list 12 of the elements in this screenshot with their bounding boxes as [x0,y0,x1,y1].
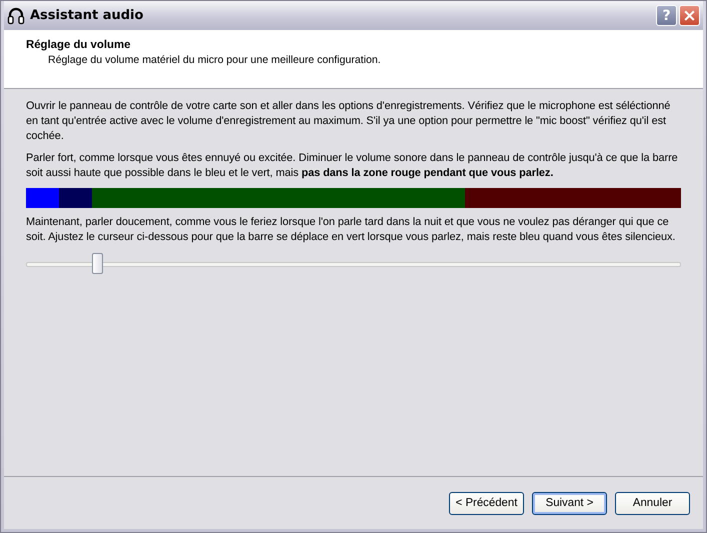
page-subtitle: Réglage du volume matériel du micro pour une meilleure configuration. [47,54,382,66]
page-title: Réglage du volume [26,39,132,51]
instruction-text: Maintenant, parler doucement, comme vous le feriez lorsque l'on parle tard dans la nuit et que vous ne voulez pas déranger qui que ce soit. Ajustez le curseur ci-dessous pour que la barre se déplace en vert lorsque vous parlez, mais reste bleu quand vous êtes silencieux. [26,215,676,245]
wizard-button[interactable]: Suivant > [532,492,607,514]
wizard-button[interactable]: < Précédent [449,492,524,514]
slider-thumb[interactable] [92,253,103,274]
volume-slider[interactable] [26,252,681,276]
wizard-button[interactable]: Annuler [615,492,690,514]
instruction-text: Ouvrir le panneau de contrôle de votre carte son et aller dans les options d'enregistrements. Vérifiez que le microphone est séléctionné en tant qu'entrée active avec le volume d'enregistrement au maximum. S'il ya une option pour permettre le "mic boost" vérifiez qu'il est cochée. [26,99,672,144]
window-title: Assistant audio [30,8,144,23]
instruction-text: Parler fort, comme lorsque vous êtes ennuyé ou excitée. Diminuer le volume sonore dans le panneau de contrôle jusqu'à ce que la barre soit aussi haute que possible dans le bleu et le vert, mais pas dans la zone rouge pendant que vous parlez. [26,151,679,181]
headphones-icon [7,6,25,24]
